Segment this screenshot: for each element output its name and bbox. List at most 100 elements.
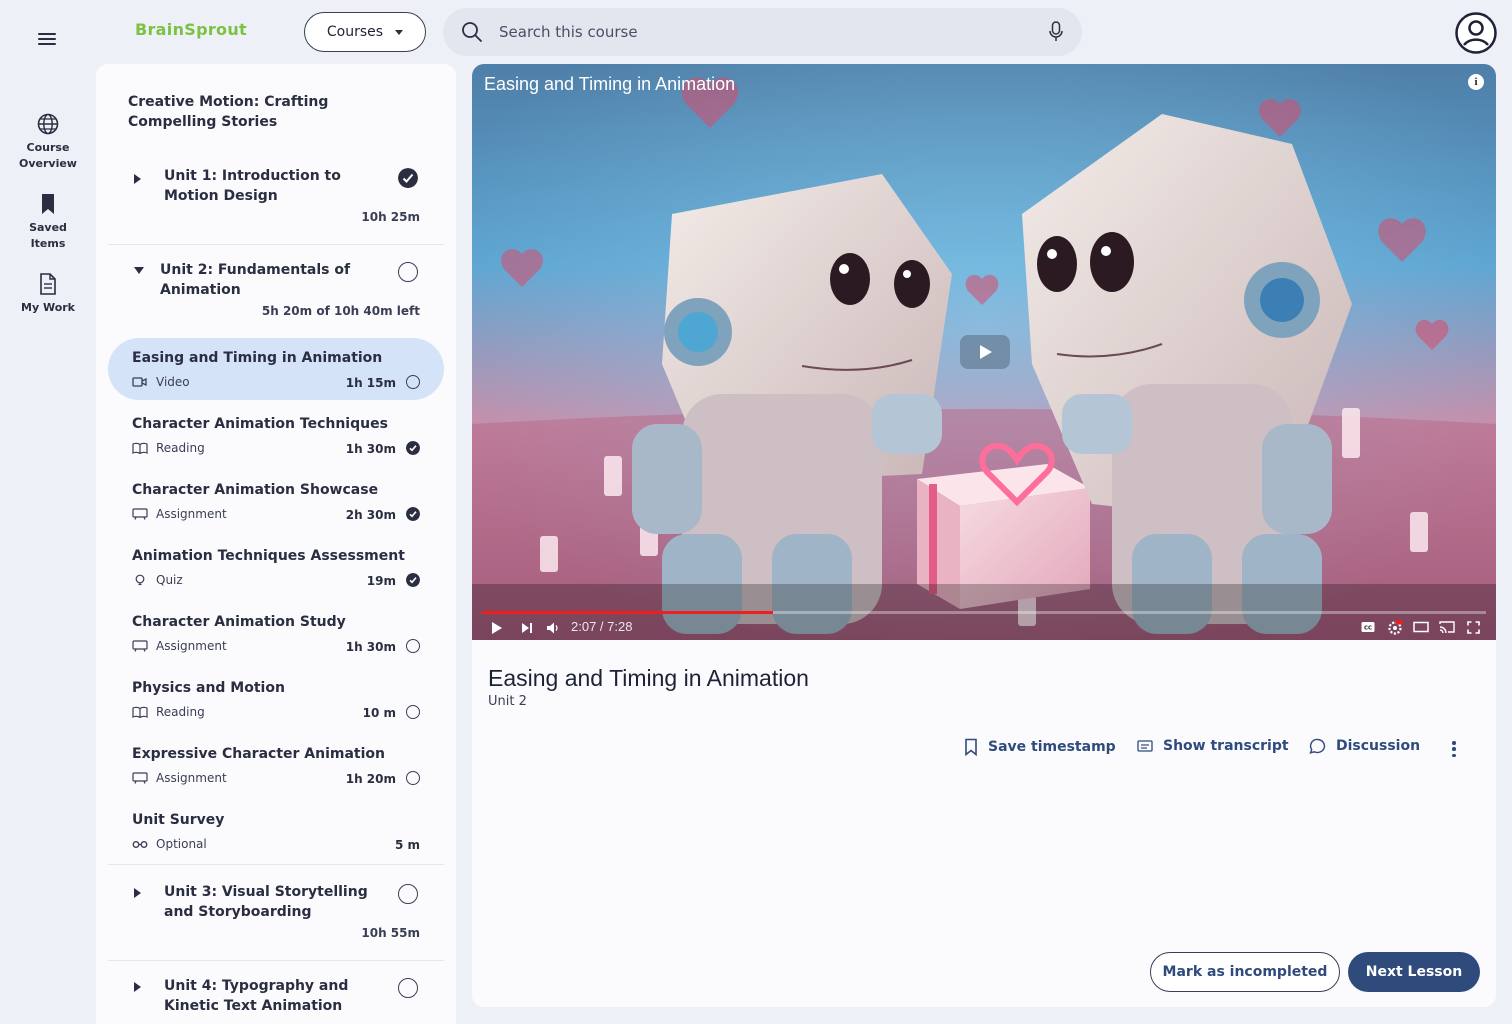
unit-title[interactable]: Unit 2: Fundamentals of Animation [160,260,386,300]
video-player[interactable]: Easing and Timing in Animation i 2:07 / … [472,64,1496,640]
lesson-type: Assignment [156,639,227,653]
collapse-arrow-icon[interactable] [134,267,144,274]
chat-bubble-icon [1309,738,1326,754]
completed-check-icon [398,168,418,188]
center-play-button[interactable] [960,335,1010,369]
play-icon[interactable] [491,621,503,635]
volume-icon[interactable] [546,621,560,635]
nav-saved-items[interactable]: Saved Items [8,192,88,252]
video-progress-fill [482,611,774,614]
lesson-meta: Video [132,375,190,389]
nav-course-overview[interactable]: Course Overview [8,112,88,172]
unit-time: 5h 20m of 10h 40m left [261,304,420,318]
courses-dropdown[interactable]: Courses [304,12,426,52]
save-timestamp-button[interactable]: Save timestamp [964,738,1116,756]
svg-text:CC: CC [1364,626,1372,632]
lesson-meta: Reading [132,441,205,455]
lesson-item[interactable]: Physics and Motion Reading 10 m [108,668,444,730]
lesson-meta: Optional [132,837,207,851]
search-input[interactable] [499,23,1032,41]
globe-icon [37,113,59,135]
incomplete-circle-icon [398,978,418,998]
lesson-duration: 19m [366,574,396,588]
completed-check-icon [406,573,420,587]
show-transcript-label: Show transcript [1163,738,1289,754]
expand-arrow-icon[interactable] [134,888,141,898]
lesson-unit: Unit 2 [488,694,527,709]
book-icon [132,442,148,454]
theater-mode-icon[interactable] [1413,621,1429,633]
incomplete-circle-icon [398,884,418,904]
unit-time: 10h 55m [361,926,420,940]
incomplete-circle-icon [398,262,418,282]
captions-icon[interactable]: CC [1361,621,1375,633]
more-options-icon[interactable] [1448,739,1460,759]
chevron-down-icon [395,29,404,35]
settings-icon[interactable] [1387,620,1403,636]
lesson-duration: 5 m [394,838,420,852]
search-bar [443,8,1082,56]
discussion-label: Discussion [1336,738,1421,754]
bookmark-icon [42,194,54,214]
skip-next-icon[interactable] [521,621,533,635]
nav-label: Saved [29,221,67,234]
cast-icon[interactable] [1439,620,1455,634]
unit-title[interactable]: Unit 1: Introduction to Motion Design [164,166,390,206]
fullscreen-icon[interactable] [1467,621,1480,634]
unit-title[interactable]: Unit 3: Visual Storytelling and Storyboa… [164,882,390,922]
unit-4-header[interactable]: Unit 4: Typography and Kinetic Text Anim… [108,976,444,1024]
lesson-item[interactable]: Character Animation Study Assignment 1h … [108,602,444,664]
lesson-item[interactable]: Character Animation Techniques Reading 1… [108,404,444,466]
lightbulb-icon [135,574,145,586]
divider [108,864,444,865]
lesson-title: Character Animation Study [132,614,346,630]
incomplete-circle-icon [406,705,420,719]
show-transcript-button[interactable]: Show transcript [1137,738,1289,754]
next-lesson-button[interactable]: Next Lesson [1348,952,1480,992]
lesson-duration: 2h 30m [345,508,396,522]
unit-title[interactable]: Unit 4: Typography and Kinetic Text Anim… [164,976,390,1016]
lesson-duration: 1h 15m [345,376,396,390]
lesson-meta: Quiz [132,573,183,587]
play-icon [980,345,992,359]
lesson-duration: 1h 30m [345,640,396,654]
bookmark-outline-icon [965,738,977,756]
incomplete-circle-icon [406,771,420,785]
lesson-type: Video [156,375,190,389]
video-progress-bar[interactable] [482,611,1486,614]
nav-my-work[interactable]: My Work [8,272,88,316]
completed-check-icon [406,441,420,455]
lesson-duration: 10 m [362,706,396,720]
assignment-icon [132,772,148,784]
unit-1-header[interactable]: Unit 1: Introduction to Motion Design 10… [108,166,444,246]
lesson-heading: Easing and Timing in Animation [488,665,809,691]
profile-avatar-icon[interactable] [1455,12,1497,54]
divider [108,960,444,961]
menu-icon[interactable] [36,30,58,48]
lesson-item[interactable]: Expressive Character Animation Assignmen… [108,734,444,796]
lesson-type: Assignment [156,771,227,785]
lesson-item[interactable]: Unit Survey Optional 5 m [108,800,444,862]
unit-3-header[interactable]: Unit 3: Visual Storytelling and Storyboa… [108,882,444,952]
lesson-duration: 1h 20m [345,772,396,786]
lesson-duration: 1h 30m [345,442,396,456]
mark-incomplete-button[interactable]: Mark as incompleted [1150,952,1340,992]
expand-arrow-icon[interactable] [134,174,141,184]
video-time: 2:07 / 7:28 [571,619,633,634]
unit-2-header[interactable]: Unit 2: Fundamentals of Animation 5h 20m… [108,260,444,324]
lesson-title: Easing and Timing in Animation [132,350,383,366]
lesson-meta: Assignment [132,639,227,653]
lesson-item[interactable]: Animation Techniques Assessment Quiz 19m [108,536,444,598]
brand-logo[interactable]: BrainSprout [135,20,247,39]
lesson-item-active[interactable]: Easing and Timing in Animation Video 1h … [108,338,444,400]
microphone-icon[interactable] [1048,21,1064,43]
video-icon [132,377,147,387]
syllabus-panel: Creative Motion: Crafting Compelling Sto… [96,64,456,1024]
discussion-button[interactable]: Discussion [1309,738,1420,754]
lesson-type: Optional [156,837,207,851]
lesson-item[interactable]: Character Animation Showcase Assignment … [108,470,444,532]
courses-dropdown-label: Courses [326,24,384,40]
expand-arrow-icon[interactable] [134,982,141,992]
course-title: Creative Motion: Crafting Compelling Sto… [128,94,329,130]
info-icon[interactable]: i [1468,74,1484,90]
